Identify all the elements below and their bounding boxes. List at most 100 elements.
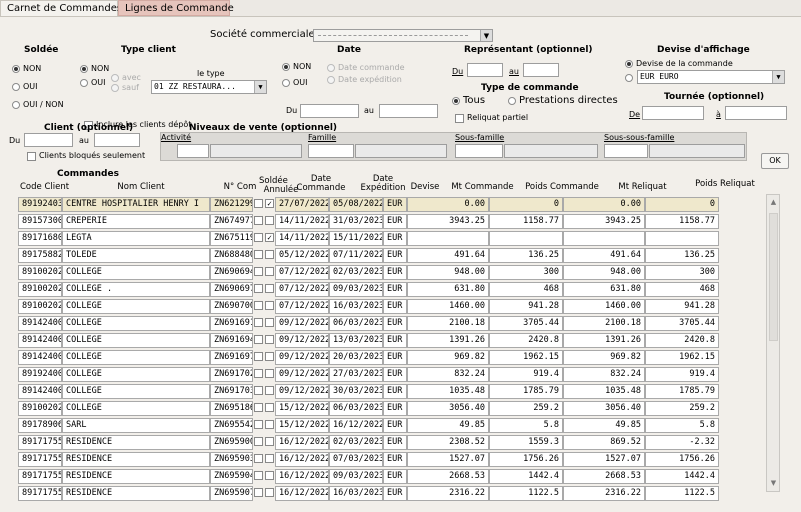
cell-devise[interactable]: EUR [383,367,407,382]
cell-devise[interactable]: EUR [383,316,407,331]
date-non-radio[interactable] [282,63,290,71]
annulee-checkbox[interactable] [265,318,274,327]
cell-n-com[interactable]: ZN688480 [210,248,253,263]
cell-nom-client[interactable]: RESIDENCE [62,469,210,484]
cell-date-expedition[interactable]: 02/03/2023 [329,435,383,450]
cell-date-commande[interactable]: 16/12/2022 [275,469,329,484]
table-row[interactable]: 89175882 TOLEDE ZN688480 05/12/2022 07/11/20… [18,248,719,263]
table-row[interactable]: 89142400 COLLEGE ZN691703 09/12/2022 30/03/2… [18,384,719,399]
cell-mt-commande[interactable]: 3056.40 [407,401,489,416]
cell-code-client[interactable]: 89171755 [18,435,62,450]
cell-poids-commande[interactable]: 0 [489,197,563,212]
soldee-checkbox[interactable] [254,301,263,310]
cell-mt-reliquat[interactable]: 1035.48 [563,384,645,399]
cell-nom-client[interactable]: COLLEGE [62,316,210,331]
date-du-input[interactable] [300,104,359,118]
cell-poids-reliquat[interactable]: 919.4 [645,367,719,382]
cell-date-commande[interactable]: 09/12/2022 [275,367,329,382]
cell-code-client[interactable]: 89171755 [18,452,62,467]
cell-nom-client[interactable]: LEGTA [62,231,210,246]
sous-famille-input[interactable] [455,144,503,158]
table-row[interactable]: 89171755 RESIDENCE ZN695904 16/12/2022 09/03… [18,469,719,484]
cell-code-client[interactable]: 89142400 [18,333,62,348]
table-row[interactable]: 89192400 COLLEGE ZN691702 09/12/2022 27/03/2… [18,367,719,382]
cell-date-expedition[interactable]: 09/03/2023 [329,469,383,484]
cell-poids-commande[interactable]: 1442.4 [489,469,563,484]
table-row[interactable]: 89171755 RESIDENCE ZN695903 16/12/2022 07/03… [18,452,719,467]
cell-mt-reliquat[interactable]: 2100.18 [563,316,645,331]
cell-n-com[interactable]: ZN675119 [210,231,253,246]
cell-date-expedition[interactable]: 13/03/2023 [329,333,383,348]
soldee-checkbox[interactable] [254,386,263,395]
cell-nom-client[interactable]: COLLEGE [62,401,210,416]
soldee-checkbox[interactable] [254,454,263,463]
type-commande-tous-radio[interactable] [452,97,460,105]
cell-nom-client[interactable]: COLLEGE [62,367,210,382]
scroll-down-icon[interactable]: ▼ [768,478,779,489]
cell-date-expedition[interactable]: 06/03/2023 [329,401,383,416]
cell-devise[interactable]: EUR [383,384,407,399]
cell-nom-client[interactable]: SARL [62,418,210,433]
cell-n-com[interactable]: ZN674977 [210,214,253,229]
cell-code-client[interactable]: 89100202 [18,282,62,297]
cell-mt-commande[interactable]: 1460.00 [407,299,489,314]
annulee-checkbox[interactable] [265,369,274,378]
cell-mt-reliquat[interactable]: 1527.07 [563,452,645,467]
cell-poids-commande[interactable]: 259.2 [489,401,563,416]
cell-devise[interactable]: EUR [383,350,407,365]
cell-poids-reliquat[interactable]: 2420.8 [645,333,719,348]
cell-code-client[interactable]: 89171755 [18,469,62,484]
cell-devise[interactable]: EUR [383,197,407,212]
cell-poids-commande[interactable]: 1962.15 [489,350,563,365]
sous-sous-famille-input[interactable] [604,144,648,158]
cell-code-client[interactable]: 89100202 [18,265,62,280]
cell-code-client[interactable]: 89142400 [18,384,62,399]
cell-date-expedition[interactable]: 07/11/2022 [329,248,383,263]
tournee-de-input[interactable] [642,106,704,120]
cell-devise[interactable]: EUR [383,282,407,297]
cell-code-client[interactable]: 89192403 [18,197,62,212]
cell-mt-commande[interactable]: 948.00 [407,265,489,280]
cell-poids-reliquat[interactable]: 136.25 [645,248,719,263]
devise-commande-radio[interactable] [625,60,633,68]
cell-nom-client[interactable]: COLLEGE . [62,282,210,297]
date-oui-radio[interactable] [282,79,290,87]
cell-mt-reliquat[interactable]: 0.00 [563,197,645,212]
cell-date-expedition[interactable]: 05/08/2022 [329,197,383,212]
annulee-checkbox[interactable] [265,454,274,463]
cell-mt-reliquat[interactable]: 969.82 [563,350,645,365]
cell-nom-client[interactable]: RESIDENCE [62,486,210,501]
date-expedition-radio[interactable] [327,76,335,84]
cell-poids-commande[interactable]: 468 [489,282,563,297]
cell-mt-reliquat[interactable]: 3943.25 [563,214,645,229]
cell-devise[interactable]: EUR [383,231,407,246]
cell-n-com[interactable]: ZN691702 [210,367,253,382]
cell-date-commande[interactable]: 14/11/2022 [275,231,329,246]
table-row[interactable]: 89100202 COLLEGE ZN695186 15/12/2022 06/03/2… [18,401,719,416]
cell-poids-reliquat[interactable]: 1785.79 [645,384,719,399]
tab-carnet-de-commandes[interactable]: Carnet de Commandes [0,0,122,16]
cell-mt-reliquat[interactable] [563,231,645,246]
type-commande-prestations-radio[interactable] [508,97,516,105]
cell-n-com[interactable]: ZN695900 [210,435,253,450]
vertical-scrollbar[interactable]: ▲ ▼ [766,194,780,492]
cell-nom-client[interactable]: TOLEDE [62,248,210,263]
cell-poids-commande[interactable]: 136.25 [489,248,563,263]
cell-n-com[interactable]: ZN695904 [210,469,253,484]
chevron-down-icon[interactable]: ▼ [254,81,266,93]
cell-poids-reliquat[interactable]: 3705.44 [645,316,719,331]
cell-mt-reliquat[interactable]: 2668.53 [563,469,645,484]
tournee-a-input[interactable] [725,106,787,120]
cell-devise[interactable]: EUR [383,333,407,348]
cell-poids-reliquat[interactable]: 259.2 [645,401,719,416]
annulee-checkbox[interactable]: ✓ [265,233,274,242]
annulee-checkbox[interactable] [265,386,274,395]
annulee-checkbox[interactable] [265,352,274,361]
type-client-avec-radio[interactable] [111,74,119,82]
cell-code-client[interactable]: 89178906 [18,418,62,433]
annulee-checkbox[interactable] [265,301,274,310]
cell-date-expedition[interactable]: 16/03/2023 [329,486,383,501]
cell-poids-commande[interactable]: 300 [489,265,563,280]
cell-poids-commande[interactable]: 1559.3 [489,435,563,450]
cell-devise[interactable]: EUR [383,265,407,280]
